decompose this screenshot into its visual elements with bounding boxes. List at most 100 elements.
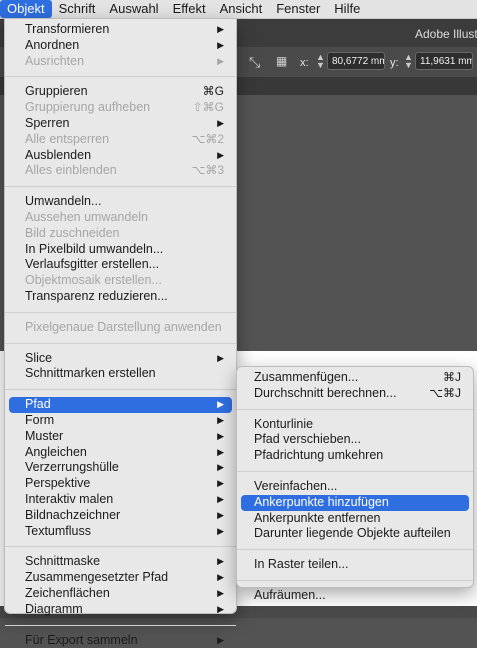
menu-separator bbox=[237, 409, 473, 410]
menu-item-anordnen[interactable]: Anordnen▶ bbox=[9, 38, 232, 54]
menu-item-zusammengesetzter-pfad[interactable]: Zusammengesetzter Pfad▶ bbox=[9, 570, 232, 586]
menu-item-gruppierung-aufheben: Gruppierung aufheben⇧⌘G bbox=[9, 100, 232, 116]
menu-item-label: Slice bbox=[25, 351, 52, 365]
menu-item-textumfluss[interactable]: Textumfluss▶ bbox=[9, 524, 232, 540]
menubar-effekt[interactable]: Effekt bbox=[166, 0, 213, 18]
menu-separator bbox=[237, 471, 473, 472]
submenu-arrow-icon: ▶ bbox=[217, 429, 224, 445]
submenu-item-ankerpunkte-entfernen[interactable]: Ankerpunkte entfernen bbox=[241, 511, 469, 527]
menu-separator bbox=[5, 186, 236, 187]
menubar-objekt[interactable]: Objekt bbox=[0, 0, 52, 18]
menu-separator bbox=[5, 76, 236, 77]
menubar-schrift[interactable]: Schrift bbox=[52, 0, 103, 18]
app-title: Adobe Illustr bbox=[415, 27, 477, 41]
menu-item-label: Gruppierung aufheben bbox=[25, 100, 150, 114]
menu-item-label: In Raster teilen... bbox=[254, 557, 349, 571]
submenu-arrow-icon: ▶ bbox=[217, 38, 224, 54]
menu-item-label: Interaktiv malen bbox=[25, 492, 113, 506]
menu-item-label: Sperren bbox=[25, 116, 69, 130]
menu-item-angleichen[interactable]: Angleichen▶ bbox=[9, 445, 232, 461]
menubar-fenster[interactable]: Fenster bbox=[269, 0, 327, 18]
submenu-arrow-icon: ▶ bbox=[217, 148, 224, 164]
menu-item-label: Perspektive bbox=[25, 476, 90, 490]
menu-item-label: Bildnachzeichner bbox=[25, 508, 120, 522]
menu-separator bbox=[5, 546, 236, 547]
menu-item-verlaufsgitter-erstellen[interactable]: Verlaufsgitter erstellen... bbox=[9, 257, 232, 273]
x-input[interactable]: 80,6772 mm bbox=[327, 52, 385, 70]
menu-item-label: Umwandeln... bbox=[25, 194, 101, 208]
menu-item-schnittmaske[interactable]: Schnittmaske ▶ bbox=[9, 554, 232, 570]
menu-item-verzerrungshuelle[interactable]: Verzerrungshülle▶ bbox=[9, 460, 232, 476]
menu-item-label: Transformieren bbox=[25, 22, 109, 36]
submenu-item-zusammenfuegen[interactable]: Zusammenfügen...⌘J bbox=[241, 370, 469, 386]
menu-item-gruppieren[interactable]: Gruppieren⌘G bbox=[9, 84, 232, 100]
submenu-arrow-icon: ▶ bbox=[217, 22, 224, 38]
menu-item-slice[interactable]: Slice▶ bbox=[9, 351, 232, 367]
submenu-item-ankerpunkte-hinzufuegen[interactable]: Ankerpunkte hinzufügen bbox=[241, 495, 469, 511]
submenu-arrow-icon: ▶ bbox=[217, 508, 224, 524]
menu-item-fuer-export-sammeln[interactable]: Für Export sammeln▶ bbox=[9, 633, 232, 648]
menubar-hilfe[interactable]: Hilfe bbox=[327, 0, 367, 18]
menu-item-label: In Pixelbild umwandeln... bbox=[25, 242, 163, 256]
submenu-item-pfad-verschieben[interactable]: Pfad verschieben... bbox=[241, 432, 469, 448]
menu-item-label: Textumfluss bbox=[25, 524, 91, 538]
x-stepper-icon[interactable]: ▲▼ bbox=[316, 53, 325, 69]
menu-item-interaktiv-malen[interactable]: Interaktiv malen▶ bbox=[9, 492, 232, 508]
submenu-item-durchschnitt-berechnen[interactable]: Durchschnitt berechnen...⌥⌘J bbox=[241, 386, 469, 402]
menu-item-label: Zeichenflächen bbox=[25, 586, 110, 600]
menu-item-in-pixelbild-umwandeln[interactable]: In Pixelbild umwandeln... bbox=[9, 242, 232, 258]
submenu-item-konturlinie[interactable]: Konturlinie bbox=[241, 417, 469, 433]
menu-item-label: Schnittmaske bbox=[25, 554, 100, 568]
menu-item-form[interactable]: Form▶ bbox=[9, 413, 232, 429]
menu-separator bbox=[237, 580, 473, 581]
menu-item-transparenz-reduzieren[interactable]: Transparenz reduzieren... bbox=[9, 289, 232, 305]
menu-item-bildnachzeichner[interactable]: Bildnachzeichner ▶ bbox=[9, 508, 232, 524]
menu-item-label: Konturlinie bbox=[254, 417, 313, 431]
menu-item-pfad[interactable]: Pfad▶ bbox=[9, 397, 232, 413]
menu-item-perspektive[interactable]: Perspektive▶ bbox=[9, 476, 232, 492]
menu-item-label: Diagramm bbox=[25, 602, 83, 616]
submenu-item-aufraeumen[interactable]: Aufräumen... bbox=[241, 588, 469, 604]
submenu-arrow-icon: ▶ bbox=[217, 554, 224, 570]
menu-item-label: Alle entsperren bbox=[25, 132, 109, 146]
menu-bar: Objekt Schrift Auswahl Effekt Ansicht Fe… bbox=[0, 0, 477, 19]
menu-item-label: Vereinfachen... bbox=[254, 479, 337, 493]
submenu-item-in-raster-teilen[interactable]: In Raster teilen... bbox=[241, 557, 469, 573]
menu-item-umwandeln[interactable]: Umwandeln... bbox=[9, 194, 232, 210]
y-input[interactable]: 11,9631 mm bbox=[415, 52, 473, 70]
submenu-item-darunter-liegende-objekte-aufteilen[interactable]: Darunter liegende Objekte aufteilen bbox=[241, 526, 469, 542]
submenu-item-vereinfachen[interactable]: Vereinfachen... bbox=[241, 479, 469, 495]
menu-item-zeichenflaechen[interactable]: Zeichenflächen ▶ bbox=[9, 586, 232, 602]
objekt-menu: Transformieren ▶ Anordnen▶ Ausrichten ▶ Gr… bbox=[4, 18, 237, 614]
menu-separator bbox=[5, 625, 236, 626]
menu-separator bbox=[5, 389, 236, 390]
menu-item-label: Pfad verschieben... bbox=[254, 432, 361, 446]
menu-item-transformieren[interactable]: Transformieren ▶ bbox=[9, 22, 232, 38]
menubar-ansicht[interactable]: Ansicht bbox=[213, 0, 270, 18]
menu-item-label: Ankerpunkte entfernen bbox=[254, 511, 380, 525]
menu-item-label: Ausrichten bbox=[25, 54, 84, 68]
menu-item-muster[interactable]: Muster ▶ bbox=[9, 429, 232, 445]
reference-point-icon[interactable]: ▦ bbox=[276, 54, 286, 68]
menu-item-schnittmarken-erstellen[interactable]: Schnittmarken erstellen bbox=[9, 366, 232, 382]
shortcut-label: ⌥⌘3 bbox=[191, 163, 224, 179]
menu-item-ausblenden[interactable]: Ausblenden ▶ bbox=[9, 148, 232, 164]
menu-item-sperren[interactable]: Sperren▶ bbox=[9, 116, 232, 132]
menubar-auswahl[interactable]: Auswahl bbox=[102, 0, 165, 18]
menu-item-label: Ausblenden bbox=[25, 148, 91, 162]
menu-item-label: Muster bbox=[25, 429, 63, 443]
x-label: x: bbox=[300, 57, 309, 69]
shortcut-label: ⌥⌘J bbox=[429, 386, 461, 402]
submenu-item-pfadrichtung-umkehren[interactable]: Pfadrichtung umkehren bbox=[241, 448, 469, 464]
menu-separator bbox=[237, 549, 473, 550]
menu-item-diagramm[interactable]: Diagramm ▶ bbox=[9, 602, 232, 618]
submenu-arrow-icon: ▶ bbox=[217, 413, 224, 429]
transform-icon[interactable]: ⤡ bbox=[249, 54, 260, 71]
shortcut-label: ⌥⌘2 bbox=[191, 132, 224, 148]
y-stepper-icon[interactable]: ▲▼ bbox=[404, 53, 413, 69]
menu-item-label: Angleichen bbox=[25, 445, 87, 459]
submenu-arrow-icon: ▶ bbox=[217, 586, 224, 602]
pfad-submenu: Zusammenfügen...⌘J Durchschnitt berechne… bbox=[236, 366, 474, 588]
submenu-arrow-icon: ▶ bbox=[217, 602, 224, 618]
shortcut-label: ⌘G bbox=[203, 84, 224, 100]
